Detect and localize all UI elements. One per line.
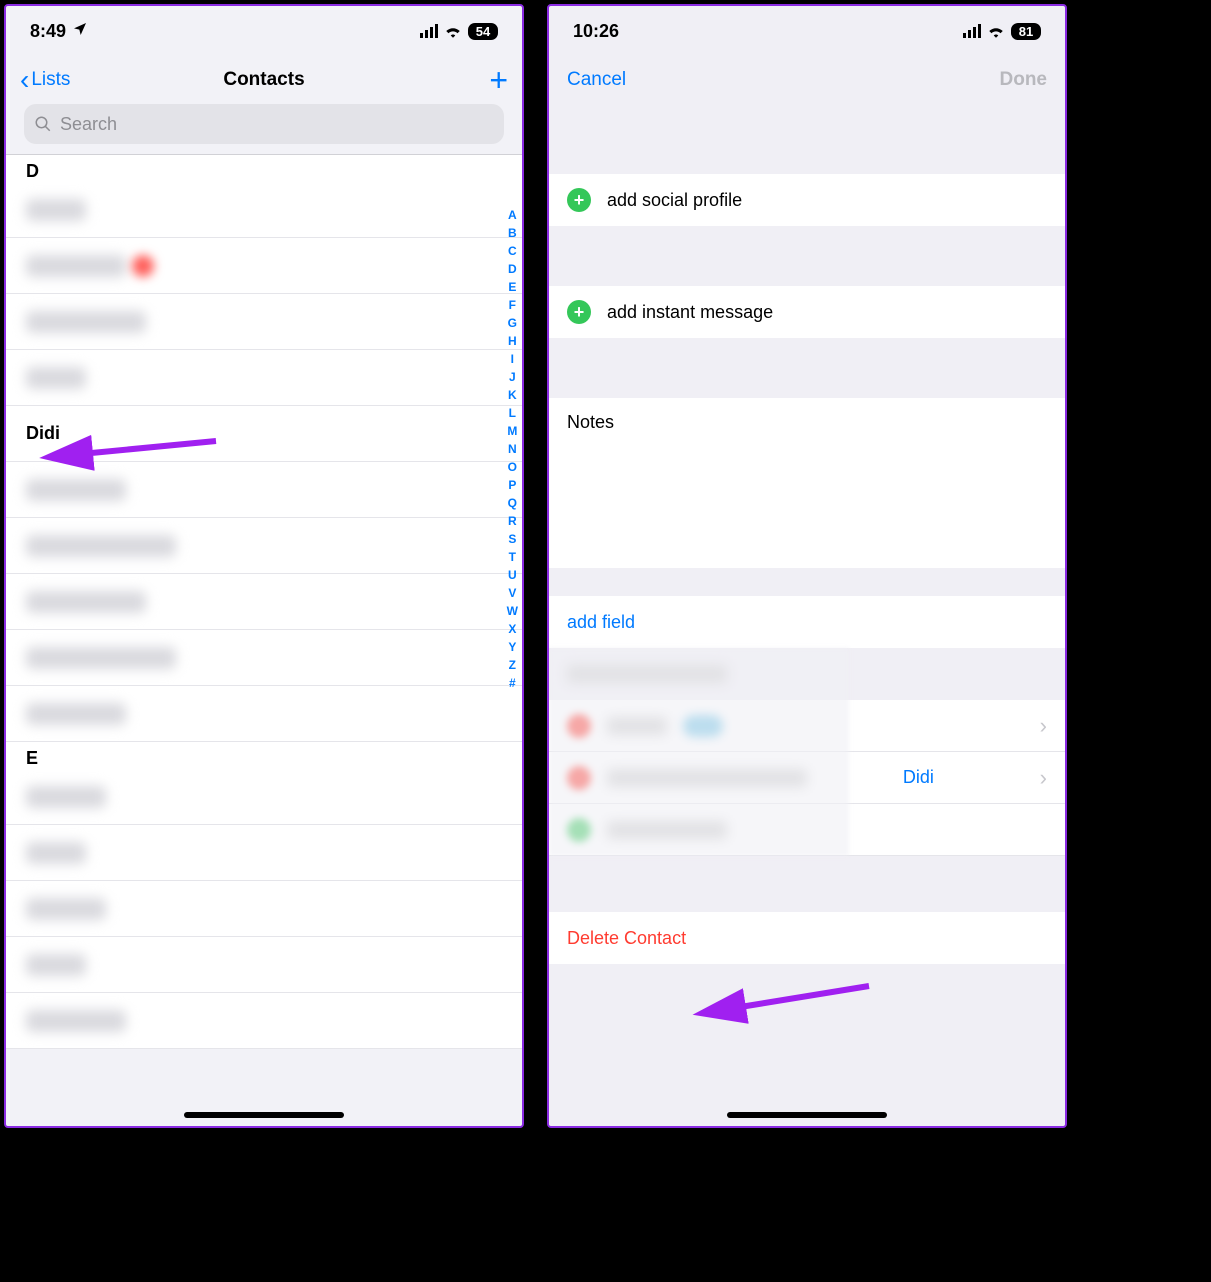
cellular-icon bbox=[963, 24, 981, 38]
section-header-e: E bbox=[6, 742, 522, 769]
row-label: add field bbox=[567, 612, 635, 633]
index-letter[interactable]: Z bbox=[507, 656, 518, 674]
index-letter[interactable]: Q bbox=[507, 494, 518, 512]
index-letter[interactable]: C bbox=[507, 242, 518, 260]
index-letter[interactable]: P bbox=[507, 476, 518, 494]
search-input[interactable]: Search bbox=[24, 104, 504, 144]
sheet-nav: Cancel Done bbox=[549, 56, 1065, 104]
list-item[interactable] bbox=[6, 686, 522, 742]
search-placeholder: Search bbox=[60, 114, 117, 135]
index-letter[interactable]: M bbox=[507, 422, 518, 440]
list-item[interactable] bbox=[6, 769, 522, 825]
status-bar: 8:49 54 bbox=[6, 6, 522, 56]
row-label: add social profile bbox=[607, 190, 742, 211]
chevron-left-icon: ‹ bbox=[20, 66, 29, 94]
add-social-profile-row[interactable]: + add social profile bbox=[549, 174, 1065, 226]
home-indicator bbox=[727, 1112, 887, 1118]
search-wrap: Search bbox=[6, 104, 522, 154]
list-item[interactable] bbox=[6, 294, 522, 350]
page-title: Contacts bbox=[223, 69, 304, 91]
battery-badge: 54 bbox=[468, 23, 498, 40]
list-item[interactable] bbox=[6, 238, 522, 294]
index-letter[interactable]: U bbox=[507, 566, 518, 584]
list-item[interactable] bbox=[6, 937, 522, 993]
back-label: Lists bbox=[31, 69, 70, 91]
add-field-row[interactable]: add field bbox=[549, 596, 1065, 648]
search-icon bbox=[34, 115, 52, 133]
index-letter[interactable]: X bbox=[507, 620, 518, 638]
contact-name: Didi bbox=[26, 423, 60, 444]
index-letter[interactable]: F bbox=[507, 296, 518, 314]
index-letter[interactable]: T bbox=[507, 548, 518, 566]
linked-contact-row[interactable]: › bbox=[549, 700, 1065, 752]
minus-icon bbox=[567, 714, 591, 738]
wifi-icon bbox=[444, 24, 462, 38]
cellular-icon bbox=[420, 24, 438, 38]
index-letter[interactable]: L bbox=[507, 404, 518, 422]
wifi-icon bbox=[987, 24, 1005, 38]
minus-icon bbox=[567, 766, 591, 790]
row-label: Delete Contact bbox=[567, 928, 686, 949]
phone-contacts-list: 8:49 54 ‹ Lists Contacts + Search D bbox=[4, 4, 524, 1128]
index-letter[interactable]: R bbox=[507, 512, 518, 530]
list-item[interactable] bbox=[6, 574, 522, 630]
index-letter[interactable]: J bbox=[507, 368, 518, 386]
list-item[interactable] bbox=[6, 462, 522, 518]
back-button[interactable]: ‹ Lists bbox=[20, 66, 70, 94]
plus-icon: + bbox=[567, 300, 591, 324]
linked-contacts-section: › Didi › bbox=[549, 648, 1065, 856]
status-bar: 10:26 81 bbox=[549, 6, 1065, 56]
annotation-arrow bbox=[719, 976, 879, 1031]
status-time: 10:26 bbox=[573, 21, 619, 42]
add-contact-button[interactable]: + bbox=[489, 64, 508, 96]
location-icon bbox=[72, 21, 88, 42]
list-item[interactable] bbox=[6, 881, 522, 937]
index-letter[interactable]: V bbox=[507, 584, 518, 602]
index-letter[interactable]: W bbox=[507, 602, 518, 620]
index-letter[interactable]: O bbox=[507, 458, 518, 476]
index-letter[interactable]: A bbox=[507, 206, 518, 224]
index-letter[interactable]: B bbox=[507, 224, 518, 242]
cancel-button[interactable]: Cancel bbox=[567, 69, 626, 91]
chevron-right-icon: › bbox=[1040, 713, 1047, 739]
index-letter[interactable]: N bbox=[507, 440, 518, 458]
index-letter[interactable]: # bbox=[507, 674, 518, 692]
index-letter[interactable]: E bbox=[507, 278, 518, 296]
done-button[interactable]: Done bbox=[1000, 69, 1048, 91]
notes-label: Notes bbox=[567, 412, 614, 433]
alphabet-index[interactable]: ABCDEFGHIJKLMNOPQRSTUVWXYZ# bbox=[507, 206, 518, 692]
list-item[interactable] bbox=[6, 630, 522, 686]
list-item[interactable] bbox=[6, 182, 522, 238]
plus-icon: + bbox=[567, 188, 591, 212]
row-label: add instant message bbox=[607, 302, 773, 323]
index-letter[interactable]: I bbox=[507, 350, 518, 368]
index-letter[interactable]: K bbox=[507, 386, 518, 404]
home-indicator bbox=[184, 1112, 344, 1118]
nav-bar: ‹ Lists Contacts + bbox=[6, 56, 522, 104]
list-item[interactable]: Didi bbox=[6, 406, 522, 462]
index-letter[interactable]: S bbox=[507, 530, 518, 548]
plus-icon bbox=[567, 818, 591, 842]
list-item[interactable] bbox=[6, 350, 522, 406]
list-item[interactable] bbox=[6, 993, 522, 1049]
index-letter[interactable]: Y bbox=[507, 638, 518, 656]
linked-contact-row[interactable]: Didi › bbox=[549, 752, 1065, 804]
linked-contact-name: Didi bbox=[903, 767, 934, 788]
battery-badge: 81 bbox=[1011, 23, 1041, 40]
linked-contact-row[interactable] bbox=[549, 804, 1065, 856]
list-item[interactable] bbox=[6, 518, 522, 574]
index-letter[interactable]: G bbox=[507, 314, 518, 332]
index-letter[interactable]: H bbox=[507, 332, 518, 350]
contacts-list[interactable]: D Didi E bbox=[6, 155, 522, 1049]
notes-field[interactable]: Notes bbox=[549, 398, 1065, 568]
index-letter[interactable]: D bbox=[507, 260, 518, 278]
status-time: 8:49 bbox=[30, 21, 66, 42]
list-item[interactable] bbox=[6, 825, 522, 881]
phone-edit-contact: 10:26 81 Cancel Done + add social profil… bbox=[547, 4, 1067, 1128]
add-instant-message-row[interactable]: + add instant message bbox=[549, 286, 1065, 338]
section-header-d: D bbox=[6, 155, 522, 182]
chevron-right-icon: › bbox=[1040, 765, 1047, 791]
delete-contact-button[interactable]: Delete Contact bbox=[549, 912, 1065, 964]
